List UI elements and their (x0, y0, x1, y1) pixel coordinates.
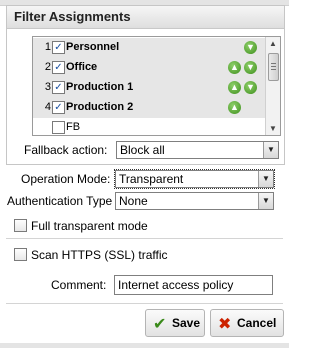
row-number: 2 (44, 61, 51, 73)
chevron-down-icon[interactable]: ▼ (263, 142, 278, 158)
row-number: 4 (44, 101, 51, 113)
list-item[interactable]: FB (33, 118, 265, 135)
bottom-edge (0, 343, 289, 348)
scroll-down-icon[interactable]: ▼ (266, 122, 280, 135)
chevron-down-icon[interactable]: ▼ (258, 171, 273, 187)
filter-label: Personnel (66, 41, 120, 53)
save-button[interactable]: ✔ Save (145, 309, 205, 337)
filter-label: FB (66, 121, 81, 133)
scan-https-label: Scan HTTPS (SSL) traffic (31, 248, 168, 262)
operation-mode-value: Transparent (119, 172, 184, 186)
filter-label: Production 2 (66, 101, 134, 113)
checkmark-icon: ✔ (153, 316, 167, 333)
divider (6, 238, 283, 239)
fallback-action-label: Fallback action: (24, 143, 108, 157)
fallback-action-value: Block all (120, 143, 165, 157)
operation-mode-label: Operation Mode: (21, 172, 111, 186)
cancel-button[interactable]: ✖ Cancel (210, 309, 284, 337)
arrow-down-icon[interactable]: ▼ (244, 41, 257, 54)
comment-label: Comment: (51, 278, 107, 292)
scroll-up-icon[interactable]: ▲ (266, 37, 280, 50)
filter-assignments-panel: Filter Assignments 1 ✓ Personnel ▼ 2 ✓ O… (6, 5, 285, 165)
arrow-up-icon[interactable]: ▲ (228, 81, 241, 94)
filter-checkbox[interactable] (52, 121, 65, 134)
authentication-type-select[interactable]: None ▼ (115, 192, 274, 210)
arrow-up-icon[interactable]: ▲ (228, 61, 241, 74)
authentication-type-label: Authentication Type (7, 194, 113, 208)
filter-checkbox[interactable]: ✓ (52, 41, 65, 54)
list-scrollbar[interactable]: ▲ ▼ (265, 37, 280, 135)
arrow-up-icon[interactable]: ▲ (228, 101, 241, 114)
row-number: 1 (44, 41, 51, 53)
scan-https-checkbox[interactable] (14, 248, 27, 261)
arrow-down-icon[interactable]: ▼ (244, 81, 257, 94)
filter-checkbox[interactable]: ✓ (52, 101, 65, 114)
comment-value: Internet access policy (118, 278, 234, 292)
operation-mode-select[interactable]: Transparent ▼ (114, 169, 275, 189)
filter-checkbox[interactable]: ✓ (52, 61, 65, 74)
arrow-down-icon[interactable]: ▼ (244, 61, 257, 74)
fallback-action-select[interactable]: Block all ▼ (116, 141, 279, 159)
chevron-down-icon[interactable]: ▼ (258, 193, 273, 209)
full-transparent-label: Full transparent mode (31, 219, 148, 233)
filter-assignments-title: Filter Assignments (7, 6, 284, 29)
filter-label: Production 1 (66, 81, 134, 93)
filter-list[interactable]: 1 ✓ Personnel ▼ 2 ✓ Office ▲ ▼ 3 ✓ Produ… (32, 36, 281, 136)
list-item[interactable]: 1 ✓ Personnel ▼ (33, 38, 265, 58)
row-number: 3 (44, 81, 51, 93)
comment-input[interactable]: Internet access policy (114, 275, 273, 295)
filter-checkbox[interactable]: ✓ (52, 81, 65, 94)
save-button-label: Save (172, 316, 201, 330)
list-item[interactable]: 2 ✓ Office ▲ ▼ (33, 58, 265, 78)
x-icon: ✖ (218, 316, 232, 333)
full-transparent-checkbox[interactable] (14, 219, 27, 232)
authentication-type-value: None (119, 194, 148, 208)
list-item[interactable]: 3 ✓ Production 1 ▲ ▼ (33, 78, 265, 98)
list-item[interactable]: 4 ✓ Production 2 ▲ (33, 98, 265, 118)
filter-label: Office (66, 61, 98, 73)
scroll-thumb[interactable] (268, 53, 279, 81)
divider (6, 303, 283, 304)
cancel-button-label: Cancel (237, 316, 277, 330)
